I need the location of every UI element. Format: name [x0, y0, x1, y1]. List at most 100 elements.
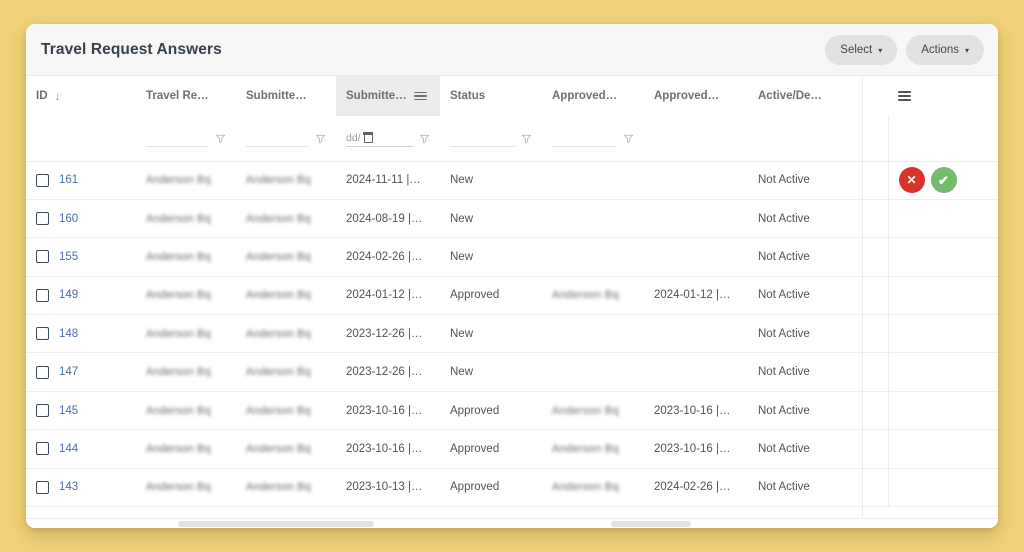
cell-appon [644, 199, 748, 239]
row-checkbox[interactable] [36, 173, 49, 187]
cell-status: Approved [440, 429, 542, 469]
row-checkbox[interactable] [36, 480, 49, 494]
status-value: New [450, 174, 474, 187]
row-id-link[interactable]: 143 [59, 481, 78, 493]
submitted-by-value: Anderson Bq [246, 404, 311, 417]
row-id-link[interactable]: 144 [59, 443, 78, 455]
scrollbar-thumb-primary[interactable] [178, 521, 374, 527]
cell-spacer [834, 314, 888, 354]
column-header-subon[interactable]: Submitte… [336, 76, 440, 116]
row-checkbox[interactable] [36, 442, 49, 456]
status-value: New [450, 366, 474, 379]
reject-button[interactable]: ✕ [898, 167, 925, 194]
travel-request-value: Anderson Bq [146, 327, 211, 340]
cell-appby [542, 161, 644, 200]
cell-spacer [834, 237, 888, 277]
cell-actions[interactable]: ✕ ✔ [887, 161, 998, 200]
table-row[interactable]: 144 Anderson Bq Anderson Bq 2023-10-16 |… Ap… [26, 429, 998, 469]
cell-subby: Anderson Bq [236, 199, 336, 239]
cell-id[interactable]: 147 [26, 352, 136, 392]
submitted-by-value: Anderson Bq [246, 289, 311, 302]
column-header-spacer[interactable] [834, 76, 888, 116]
filter-text-input[interactable] [552, 130, 617, 147]
approve-button[interactable]: ✔ [930, 167, 957, 194]
calendar-icon[interactable] [363, 132, 373, 143]
cell-id[interactable]: 160 [26, 199, 136, 239]
column-header-id[interactable]: ID ↓ [26, 76, 136, 116]
filter-funnel-icon[interactable] [315, 133, 326, 144]
filter-funnel-icon[interactable] [215, 133, 226, 144]
submitted-by-value: Anderson Bq [246, 442, 311, 455]
row-checkbox[interactable] [36, 365, 49, 379]
table-row[interactable]: 147 Anderson Bq Anderson Bq 2023-12-26 |… Ne… [26, 352, 998, 392]
date-filter-input[interactable]: dd/ [346, 129, 413, 148]
table-row[interactable]: 161 Anderson Bq Anderson Bq 2024-11-11 |… Ne… [26, 161, 998, 200]
data-grid-container: ID ↓ Travel Re… Submitte… Submitte… Status App… [26, 76, 998, 528]
filter-text-input[interactable] [146, 130, 209, 147]
filter-cell-status[interactable] [440, 116, 542, 162]
approved-on-value: 2024-02-26 |… [654, 481, 731, 494]
active-status-value: Not Active [758, 327, 810, 340]
travel-request-value: Anderson Bq [146, 404, 211, 417]
table-row[interactable]: 145 Anderson Bq Anderson Bq 2023-10-16 |… Ap… [26, 391, 998, 431]
column-header-active[interactable]: Active/De… [748, 76, 834, 116]
row-id-link[interactable]: 161 [59, 174, 78, 186]
cell-id[interactable]: 143 [26, 468, 136, 508]
cell-subon: 2023-10-16 |… [336, 391, 440, 431]
column-header-actions[interactable] [888, 76, 998, 116]
approved-on-value: 2023-10-16 |… [654, 442, 731, 455]
actions-button-label: Actions [921, 43, 959, 56]
actions-button[interactable]: Actions ▾ [906, 34, 984, 65]
row-checkbox[interactable] [36, 288, 49, 302]
column-header-appon[interactable]: Approved… [644, 76, 748, 116]
cell-active: Not Active [748, 391, 834, 431]
row-checkbox[interactable] [36, 250, 49, 264]
cell-id[interactable]: 155 [26, 237, 136, 277]
row-id-link[interactable]: 145 [59, 405, 78, 417]
cell-id[interactable]: 145 [26, 391, 136, 431]
table-row[interactable]: 149 Anderson Bq Anderson Bq 2024-01-12 |… Ap… [26, 276, 998, 316]
row-checkbox[interactable] [36, 212, 49, 226]
cell-active: Not Active [748, 352, 834, 392]
table-row[interactable]: 148 Anderson Bq Anderson Bq 2023-12-26 |… Ne… [26, 314, 998, 354]
row-id-link[interactable]: 148 [59, 328, 78, 340]
cell-id[interactable]: 149 [26, 276, 136, 316]
cell-id[interactable]: 161 [26, 161, 136, 200]
travel-request-value: Anderson Bq [146, 481, 211, 494]
filter-funnel-icon[interactable] [419, 133, 430, 144]
column-header-travel[interactable]: Travel Re… [136, 76, 236, 116]
table-row[interactable]: 160 Anderson Bq Anderson Bq 2024-08-19 |… Ne… [26, 199, 998, 239]
column-header-status[interactable]: Status [440, 76, 542, 116]
scrollbar-thumb-secondary[interactable] [611, 521, 691, 527]
column-header-appby[interactable]: Approved… [542, 76, 644, 116]
row-id-link[interactable]: 147 [59, 366, 78, 378]
table-row[interactable]: 143 Anderson Bq Anderson Bq 2023-10-13 |… Ap… [26, 468, 998, 508]
active-status-value: Not Active [758, 481, 810, 494]
horizontal-scrollbar[interactable] [26, 518, 998, 528]
filter-text-input[interactable] [246, 130, 309, 147]
select-button[interactable]: Select ▾ [825, 34, 898, 65]
filter-funnel-icon[interactable] [623, 133, 634, 144]
filter-cell-subon[interactable]: dd/ [336, 116, 440, 162]
row-id-link[interactable]: 160 [59, 213, 78, 225]
cell-travel: Anderson Bq [136, 237, 236, 277]
table-row[interactable]: 155 Anderson Bq Anderson Bq 2024-02-26 |… Ne… [26, 237, 998, 277]
sort-descending-icon[interactable]: ↓ [55, 90, 61, 102]
filter-funnel-icon[interactable] [521, 133, 532, 144]
filter-cell-travel[interactable] [136, 116, 236, 162]
cell-id[interactable]: 148 [26, 314, 136, 354]
filter-cell-appby[interactable] [542, 116, 644, 162]
cell-travel: Anderson Bq [136, 429, 236, 469]
filter-cell-subby[interactable] [236, 116, 336, 162]
row-id-link[interactable]: 149 [59, 289, 78, 301]
row-checkbox[interactable] [36, 327, 49, 341]
column-menu-icon[interactable] [898, 91, 911, 101]
cell-active: Not Active [748, 237, 834, 277]
column-menu-icon[interactable] [413, 91, 427, 101]
column-header-label: Active/De… [758, 90, 822, 102]
cell-id[interactable]: 144 [26, 429, 136, 469]
column-header-subby[interactable]: Submitte… [236, 76, 336, 116]
row-checkbox[interactable] [36, 404, 49, 418]
row-id-link[interactable]: 155 [59, 251, 78, 263]
filter-text-input[interactable] [450, 130, 515, 147]
